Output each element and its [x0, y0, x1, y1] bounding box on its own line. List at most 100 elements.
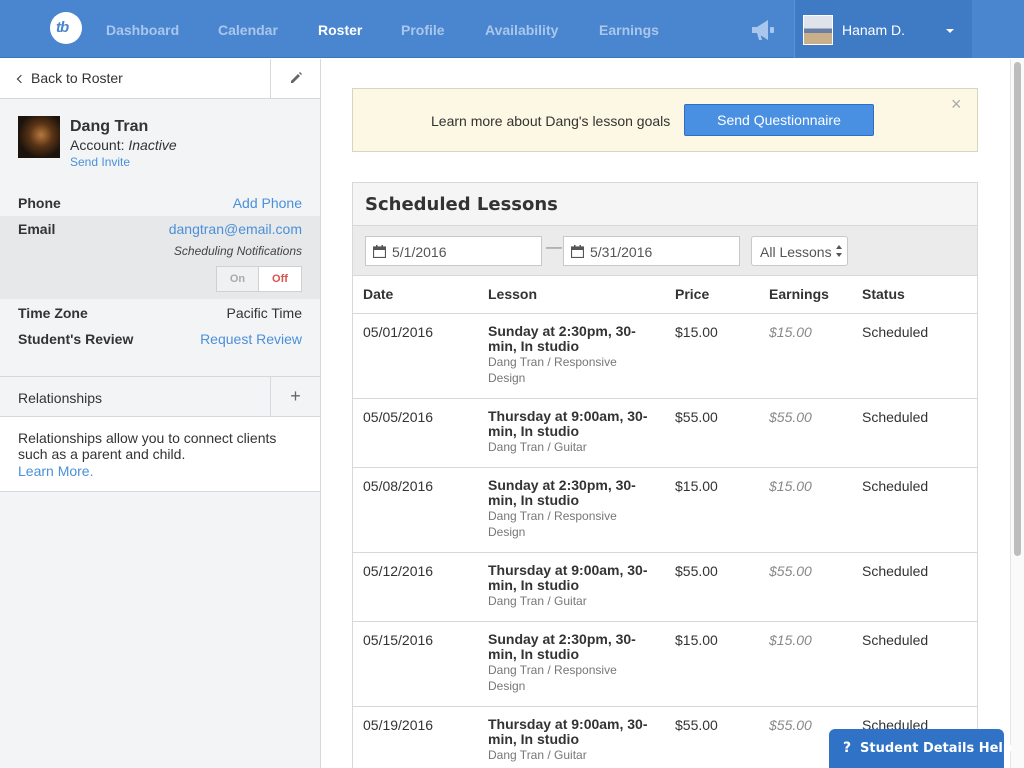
start-date-value: 5/1/2016 [392, 244, 447, 260]
toggle-off[interactable]: Off [259, 267, 301, 291]
lesson-date: 05/05/2016 [353, 398, 478, 468]
back-label: Back to Roster [31, 70, 123, 86]
select-arrows-icon [836, 245, 844, 259]
nav-dashboard[interactable]: Dashboard [106, 22, 179, 38]
lesson-title[interactable]: Sunday at 2:30pm, 30-min, In studio [488, 631, 655, 662]
column-header-lesson[interactable]: Lesson [478, 276, 665, 314]
add-phone-link[interactable]: Add Phone [233, 195, 302, 211]
chevron-down-icon [946, 29, 954, 33]
scheduled-lessons-panel: Scheduled Lessons 5/1/2016 — 5/31/2016 A… [352, 182, 978, 768]
lesson-subtitle: Dang Tran / Responsive Design [488, 662, 617, 693]
lesson-earnings: $55.00 [759, 552, 852, 622]
questionnaire-banner: Learn more about Dang's lesson goals Sen… [352, 88, 978, 152]
time-zone-value: Pacific Time [226, 305, 302, 321]
lesson-price: $15.00 [665, 621, 759, 707]
main-content: Learn more about Dang's lesson goals Sen… [322, 59, 1010, 768]
time-zone-label: Time Zone [18, 305, 88, 321]
toggle-on[interactable]: On [217, 267, 259, 291]
email-label: Email [18, 221, 56, 237]
lesson-subtitle: Dang Tran / Responsive Design [488, 508, 617, 539]
lesson-filters: 5/1/2016 — 5/31/2016 All Lessons [353, 226, 977, 276]
lesson-earnings: $15.00 [759, 467, 852, 553]
nav-earnings[interactable]: Earnings [599, 22, 659, 38]
lesson-title[interactable]: Thursday at 9:00am, 30-min, In studio [488, 408, 655, 439]
add-relationship-button[interactable]: + [270, 377, 320, 416]
send-invite-link[interactable]: Send Invite [70, 155, 130, 169]
lesson-subtitle: Dang Tran / Guitar [488, 593, 587, 608]
close-icon[interactable]: × [951, 94, 962, 115]
start-date-input[interactable]: 5/1/2016 [365, 236, 542, 266]
lesson-subtitle: Dang Tran / Responsive Design [488, 354, 617, 385]
calendar-icon [373, 245, 386, 258]
end-date-value: 5/31/2016 [590, 244, 653, 260]
lesson-title[interactable]: Thursday at 9:00am, 30-min, In studio [488, 562, 655, 593]
notifications-toggle[interactable]: On Off [216, 266, 302, 292]
learn-more-link[interactable]: Learn More. [18, 463, 93, 479]
lessons-table: Date Lesson Price Earnings Status 05/01/… [353, 276, 977, 768]
lesson-date: 05/15/2016 [353, 621, 478, 707]
page-scrollbar[interactable] [1010, 59, 1024, 768]
column-header-status[interactable]: Status [852, 276, 977, 314]
table-row[interactable]: 05/12/2016 Thursday at 9:00am, 30-min, I… [353, 552, 977, 622]
scrollbar-thumb[interactable] [1014, 62, 1021, 556]
lesson-title[interactable]: Sunday at 2:30pm, 30-min, In studio [488, 323, 655, 354]
lesson-status: Scheduled [852, 313, 977, 399]
send-questionnaire-button[interactable]: Send Questionnaire [684, 104, 874, 136]
lesson-type-value: All Lessons [760, 244, 832, 260]
lesson-earnings: $15.00 [759, 313, 852, 399]
lesson-subtitle: Dang Tran / Guitar [488, 747, 587, 762]
account-status: Account: Inactive [70, 137, 177, 153]
lesson-earnings: $55.00 [759, 398, 852, 468]
lesson-title[interactable]: Sunday at 2:30pm, 30-min, In studio [488, 477, 655, 508]
nav-profile[interactable]: Profile [401, 22, 445, 38]
lesson-price: $15.00 [665, 467, 759, 553]
lesson-cell: Sunday at 2:30pm, 30-min, In studio Dang … [478, 467, 665, 553]
lesson-title[interactable]: Thursday at 9:00am, 30-min, In studio [488, 716, 655, 747]
lesson-status: Scheduled [852, 467, 977, 553]
relationships-description: Relationships allow you to connect clien… [18, 430, 277, 462]
lessons-title: Scheduled Lessons [365, 194, 558, 215]
column-header-price[interactable]: Price [665, 276, 759, 314]
sidebar-header: Back to Roster [0, 59, 320, 99]
user-avatar [803, 15, 833, 45]
column-header-earnings[interactable]: Earnings [759, 276, 852, 314]
end-date-input[interactable]: 5/31/2016 [563, 236, 740, 266]
request-review-link[interactable]: Request Review [200, 331, 302, 347]
table-row[interactable]: 05/08/2016 Sunday at 2:30pm, 30-min, In … [353, 467, 977, 553]
relationships-title: Relationships [18, 390, 103, 406]
help-label: Student Details Help [860, 741, 1013, 756]
lesson-cell: Thursday at 9:00am, 30-min, In studio Dan… [478, 398, 665, 468]
student-photo [18, 116, 60, 158]
lesson-date: 05/01/2016 [353, 313, 478, 399]
chevron-left-icon [16, 74, 26, 84]
email-link[interactable]: dangtran@email.com [169, 221, 302, 237]
scheduling-notifications-label: Scheduling Notifications [173, 244, 302, 258]
lesson-price: $55.00 [665, 398, 759, 468]
pencil-icon [291, 72, 302, 83]
logo[interactable]: tb [50, 12, 82, 44]
megaphone-icon[interactable] [748, 16, 778, 44]
lessons-header: Scheduled Lessons [353, 183, 977, 226]
table-row[interactable]: 05/15/2016 Sunday at 2:30pm, 30-min, In … [353, 621, 977, 707]
lesson-date: 05/19/2016 [353, 706, 478, 768]
banner-text: Learn more about Dang's lesson goals [431, 113, 671, 129]
table-row[interactable]: 05/01/2016 Sunday at 2:30pm, 30-min, In … [353, 313, 977, 399]
nav-roster[interactable]: Roster [318, 22, 362, 38]
nav-availability[interactable]: Availability [485, 22, 558, 38]
lesson-type-select[interactable]: All Lessons [751, 236, 848, 266]
account-label: Account: [70, 137, 125, 153]
nav-calendar[interactable]: Calendar [218, 22, 278, 38]
back-to-roster-link[interactable]: Back to Roster [16, 70, 123, 86]
student-details-help-button[interactable]: ? Student Details Help [829, 729, 1012, 768]
lesson-status: Scheduled [852, 621, 977, 707]
user-menu[interactable]: Hanam D. [794, 0, 972, 58]
edit-button[interactable] [270, 59, 320, 99]
lesson-price: $15.00 [665, 313, 759, 399]
column-header-date[interactable]: Date [353, 276, 478, 314]
lesson-date: 05/12/2016 [353, 552, 478, 622]
lesson-earnings: $15.00 [759, 621, 852, 707]
lesson-status: Scheduled [852, 398, 977, 468]
table-row[interactable]: 05/05/2016 Thursday at 9:00am, 30-min, I… [353, 398, 977, 468]
relationships-body: Relationships allow you to connect clien… [0, 417, 320, 492]
relationships-header: Relationships + [0, 376, 320, 417]
